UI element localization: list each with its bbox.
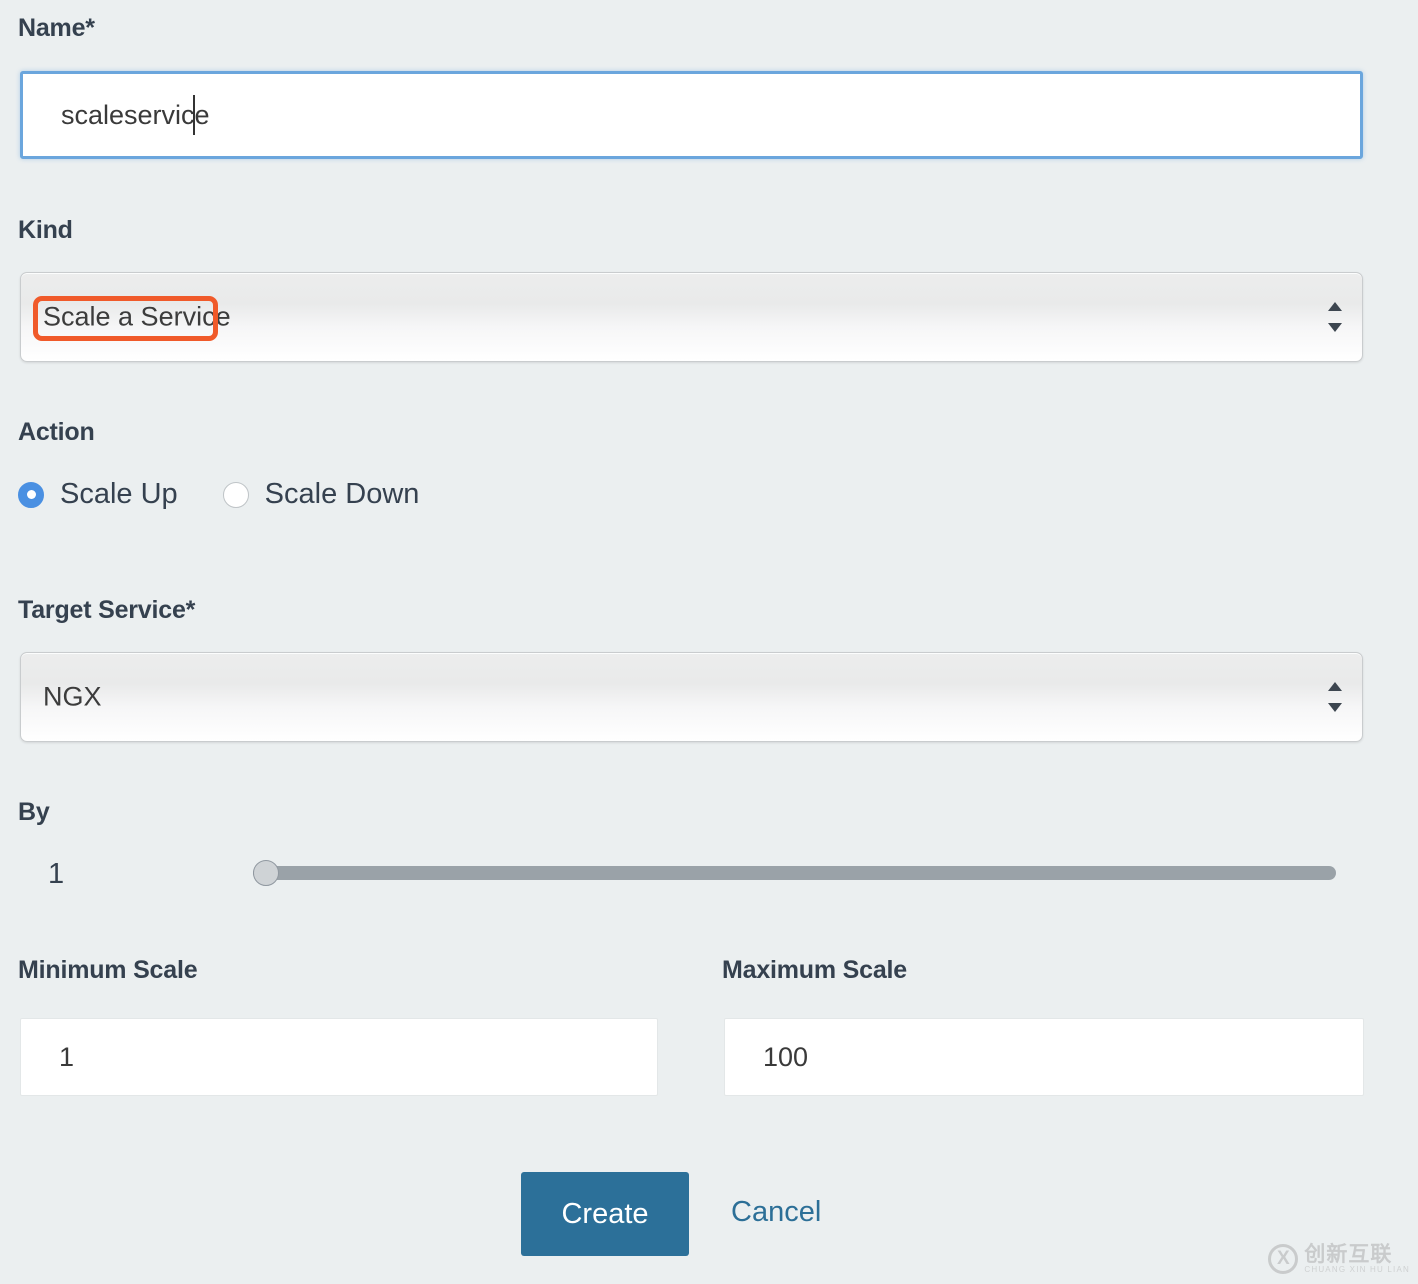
by-value: 1 xyxy=(48,858,65,890)
watermark-pinyin: CHUANG XIN HU LIAN xyxy=(1304,1264,1410,1274)
target-service-label: Target Service* xyxy=(18,596,196,624)
minimum-scale-label: Minimum Scale xyxy=(18,956,198,984)
circled-x-icon: X xyxy=(1268,1243,1299,1274)
watermark-text: 创新互联 CHUANG XIN HU LIAN xyxy=(1304,1242,1410,1274)
scale-service-form: Name* Kind Scale a Service Action Scale … xyxy=(0,0,1418,1284)
watermark-chinese: 创新互联 xyxy=(1304,1242,1393,1266)
by-label: By xyxy=(18,798,50,826)
name-label: Name* xyxy=(18,14,95,42)
minimum-scale-input[interactable] xyxy=(20,1018,658,1096)
maximum-scale-input[interactable] xyxy=(724,1018,1364,1096)
radio-scale-up-label[interactable]: Scale Up xyxy=(60,478,178,511)
name-input[interactable] xyxy=(20,71,1363,159)
cancel-button[interactable]: Cancel xyxy=(731,1196,821,1229)
action-radio-group: Scale Up Scale Down xyxy=(18,478,419,511)
by-slider-thumb[interactable] xyxy=(253,860,279,886)
text-cursor xyxy=(193,95,195,135)
create-button[interactable]: Create xyxy=(521,1172,689,1256)
kind-select[interactable]: Scale a Service xyxy=(20,272,1363,362)
kind-label: Kind xyxy=(18,216,73,244)
radio-scale-down[interactable] xyxy=(222,481,249,508)
target-service-select[interactable]: NGX xyxy=(20,652,1363,742)
action-label: Action xyxy=(18,418,95,446)
radio-scale-down-label[interactable]: Scale Down xyxy=(265,478,420,511)
chevron-updown-icon xyxy=(1328,682,1342,712)
watermark: X 创新互联 CHUANG XIN HU LIAN xyxy=(1268,1242,1410,1274)
by-slider-track[interactable] xyxy=(253,866,1336,880)
kind-selected-value: Scale a Service xyxy=(43,301,231,332)
radio-scale-up[interactable] xyxy=(18,481,44,508)
maximum-scale-label: Maximum Scale xyxy=(722,956,907,984)
chevron-updown-icon xyxy=(1328,302,1342,332)
target-service-selected-value: NGX xyxy=(43,681,102,712)
